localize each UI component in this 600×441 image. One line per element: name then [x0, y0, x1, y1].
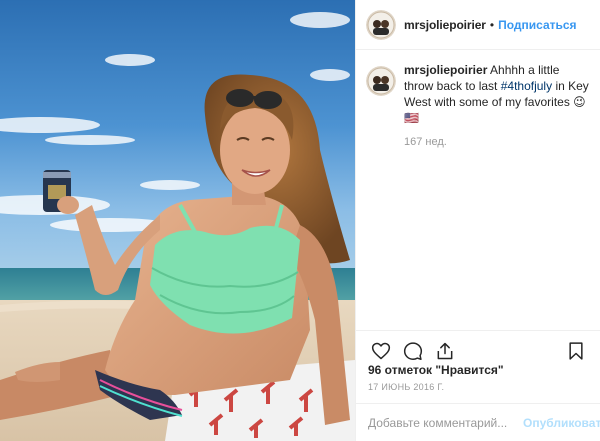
header-separator: •	[489, 17, 495, 32]
heart-icon	[371, 342, 391, 359]
post-image	[0, 0, 355, 441]
share-icon	[437, 342, 453, 359]
comment-icon	[403, 341, 423, 360]
likes-count[interactable]: 96 отметок "Нравится"	[368, 363, 504, 377]
avatar[interactable]	[366, 9, 396, 40]
caption-avatar[interactable]	[366, 66, 396, 96]
post-sidebar: mrsjoliepoirier • Подписаться mrsjoliepo…	[355, 0, 600, 441]
caption-body: mrsjoliepoirier Ahhhh a little throw bac…	[404, 62, 589, 150]
caption-timestamp[interactable]: 167 нед.	[404, 134, 589, 150]
save-button[interactable]	[561, 336, 591, 366]
post-photo[interactable]	[0, 0, 355, 441]
caption-text: mrsjoliepoirier Ahhhh a little throw bac…	[404, 62, 589, 126]
caption-username[interactable]: mrsjoliepoirier	[404, 63, 487, 77]
post-header: mrsjoliepoirier • Подписаться	[356, 0, 600, 50]
post-date[interactable]: 17 ИЮНЬ 2016 Г.	[368, 382, 444, 392]
header-username[interactable]: mrsjoliepoirier	[404, 18, 486, 32]
caption-block: mrsjoliepoirier Ahhhh a little throw bac…	[356, 62, 600, 150]
caption-hashtag[interactable]: #4thofjuly	[501, 79, 552, 93]
bookmark-icon	[569, 342, 583, 360]
comment-input[interactable]	[368, 415, 523, 430]
comment-button[interactable]	[398, 336, 428, 366]
publish-button[interactable]: Опубликовать	[523, 416, 600, 430]
like-button[interactable]	[366, 336, 396, 366]
instagram-post: mrsjoliepoirier • Подписаться mrsjoliepo…	[0, 0, 600, 441]
share-button[interactable]	[430, 336, 460, 366]
follow-button[interactable]: Подписаться	[498, 18, 576, 32]
add-comment-section: Опубликовать	[356, 403, 600, 441]
